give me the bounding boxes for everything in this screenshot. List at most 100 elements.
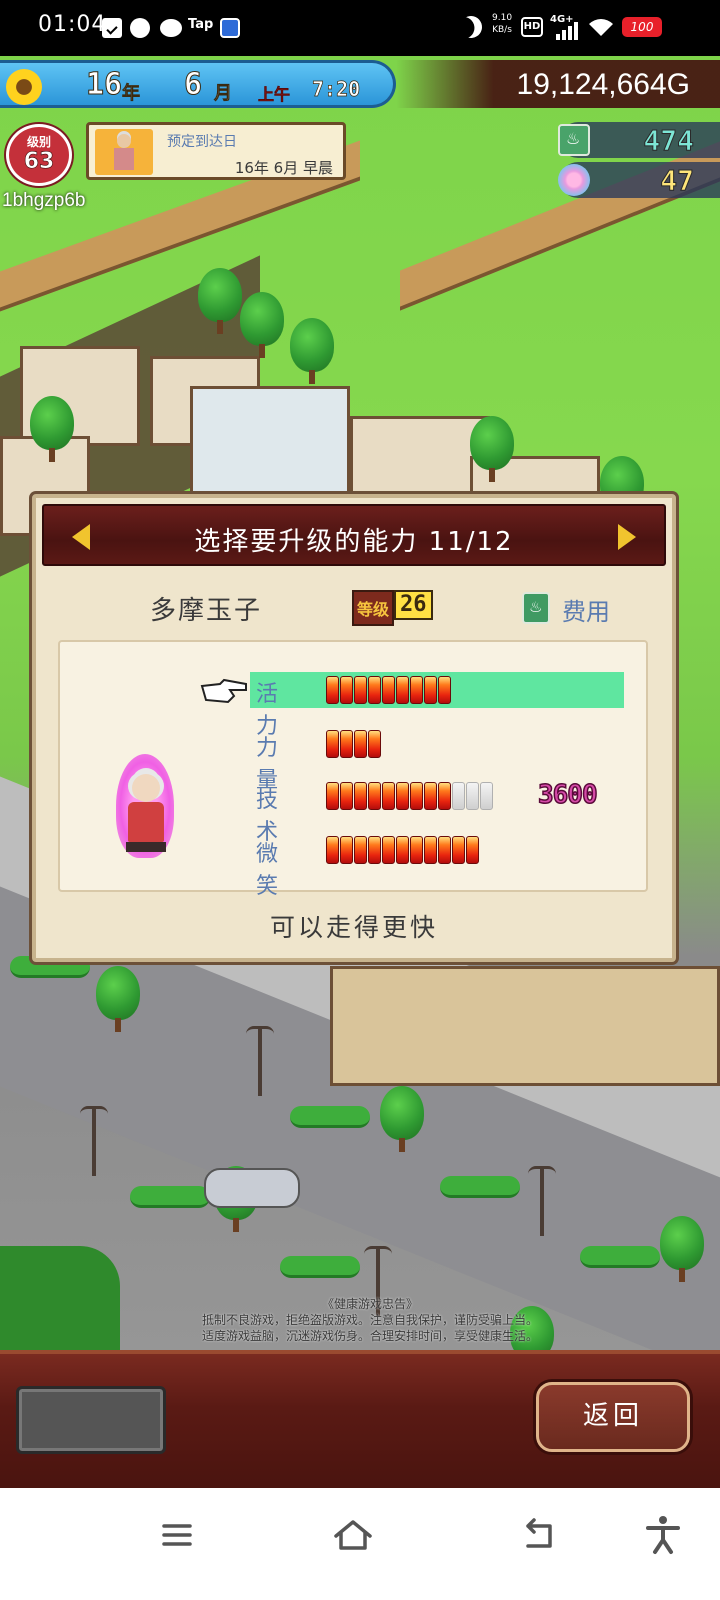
tree [198,268,242,334]
upgrade-cost: 3600 [537,779,598,811]
sunflower-icon [6,69,42,105]
network-speed: 9.10 KB/s [492,12,512,36]
car [204,1168,300,1208]
next-arrow-icon[interactable] [618,524,636,550]
tree [470,416,514,482]
street-lamp [528,1166,556,1236]
stat-segment-filled [326,836,339,864]
stat-segment-empty [480,782,493,810]
medal-value: 47 [660,164,695,198]
wifi-icon [588,16,614,38]
back-nav-icon[interactable] [514,1510,564,1560]
stat-segment-filled [410,782,423,810]
stat-name: 微笑 [256,842,281,899]
month-unit: 月 [214,83,233,105]
staff-level: 等级 26 [352,590,433,626]
ticket-counter[interactable]: 474 [558,122,720,158]
home-icon[interactable] [328,1510,378,1560]
stat-segment-filled [396,836,409,864]
tree [240,292,284,358]
stat-segment-filled [340,836,353,864]
do-not-disturb-icon [456,12,486,42]
bottom-panel: 返回 [0,1350,720,1488]
hot-spring-ticket-icon [522,592,550,624]
status-bar: 01:04 Tap 9.10 KB/s HD 4G+ 100 [0,0,720,56]
stat-segment-filled [382,782,395,810]
level-badge[interactable]: 级别 63 [6,124,72,186]
stat-segment-empty [466,782,479,810]
tree [660,1216,704,1282]
battery-indicator: 100 [622,17,662,37]
stat-segment-empty [452,782,465,810]
signal-icon: 4G+ [550,14,580,40]
stat-bar [326,836,479,864]
stat-bar [326,676,451,704]
stat-segment-filled [466,836,479,864]
month-value: 6 [183,67,203,103]
date-bar[interactable]: 16 年 6 月 上午 7:20 [0,60,396,108]
staff-level-value: 26 [394,590,433,620]
stat-segment-filled [410,676,423,704]
upgrade-ability-dialog: 选择要升级的能力 11/12 多摩玉子 等级26 费用 活力 力量 技术 [32,494,676,962]
empty-slot-button[interactable] [16,1386,166,1454]
player-name: 1bhgzp6b [2,190,86,211]
staff-name: 多摩玉子 [150,596,263,626]
stat-segment-filled [326,730,339,758]
level-value: 63 [23,149,55,175]
hedge [290,1106,370,1128]
ticket-value: 474 [643,124,695,158]
stat-segment-filled [438,676,451,704]
stat-segment-filled [396,782,409,810]
gold-bar: 19,124,664G [396,60,720,108]
stat-segment-filled [368,730,381,758]
stat-segment-filled [438,836,451,864]
game-clock: 7:20 [312,77,361,102]
stat-bar [326,730,381,758]
time-period: 上午 [258,85,291,105]
network-speed-unit: KB/s [492,25,512,35]
street-lamp [246,1026,274,1096]
stat-segment-filled [354,730,367,758]
app-icon [220,18,240,38]
stat-segment-filled [340,676,353,704]
visitor-title: 预定到达日 [167,134,237,150]
staff-portrait [112,754,180,862]
ability-description: 可以走得更快 [269,913,438,942]
back-button[interactable]: 返回 [536,1382,690,1452]
stat-segment-filled [410,836,423,864]
visitor-avatar [95,129,153,175]
hedge [130,1186,210,1208]
hot-spring-ticket-icon [558,124,590,156]
medal-icon [558,164,590,196]
visitor-card[interactable]: 预定到达日 16年 6月 早晨 [86,122,346,180]
stat-segment-filled [340,782,353,810]
checklist-icon [102,18,122,38]
accessibility-icon[interactable] [638,1510,688,1560]
menu-icon[interactable] [152,1510,202,1560]
medal-counter[interactable]: 47 [558,162,720,198]
stat-segment-filled [340,730,353,758]
stat-segment-filled [354,836,367,864]
stats-panel: 活力 力量 技术 微笑 3600 [58,640,648,899]
shop-row [330,966,720,1086]
stat-segment-filled [354,782,367,810]
tree [30,396,74,462]
bath-room [190,386,350,496]
dialog-title: 选择要升级的能力 11/12 [194,527,514,557]
year-value: 16 [85,67,123,103]
stat-segment-filled [424,676,437,704]
hedge [580,1246,660,1268]
stat-segment-filled [368,676,381,704]
stat-segment-filled [382,676,395,704]
stat-bar [326,782,493,810]
stat-segment-filled [368,782,381,810]
stat-segment-filled [326,782,339,810]
hedge [440,1176,520,1198]
cost-label: 费用 [562,598,610,626]
network-type: 4G+ [550,14,574,25]
dialog-header: 选择要升级的能力 11/12 [42,504,666,566]
health-notice-title: 《健康游戏忠告》 [321,1297,418,1311]
level-label: 级别 [26,135,51,149]
garden [0,1246,120,1356]
hedge [280,1256,360,1278]
